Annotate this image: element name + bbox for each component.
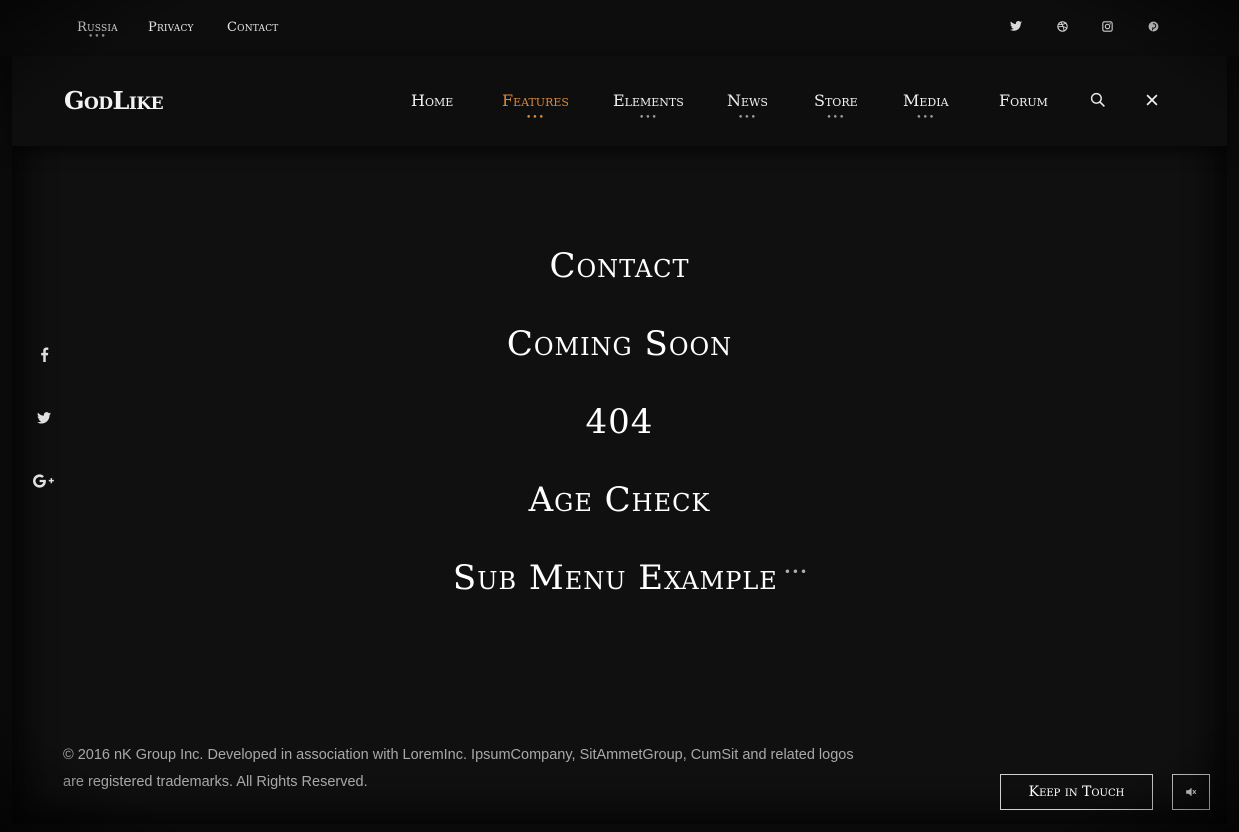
menu-item-label: Sub Menu Example — [452, 558, 778, 598]
twitter-icon[interactable] — [1008, 18, 1024, 34]
submenu-dots-icon: ••• — [737, 113, 757, 123]
menu-item-sub-menu-example[interactable]: Sub Menu Example ••• — [0, 558, 1239, 598]
submenu-dots-icon: ••• — [526, 113, 545, 123]
submenu-dots-icon: ••• — [87, 32, 107, 42]
nav-item-media[interactable]: Media ••• — [903, 91, 949, 123]
top-link-contact[interactable]: Contact — [227, 20, 279, 35]
nav-item-label: Elements — [613, 91, 684, 110]
menu-item-404[interactable]: 404 — [0, 402, 1239, 442]
menu-item-label: Contact — [549, 246, 690, 286]
top-link-russia[interactable]: Russia ••• — [77, 20, 118, 42]
nav-item-label: News — [727, 91, 768, 110]
mute-button[interactable] — [1172, 774, 1210, 810]
nav-item-store[interactable]: Store ••• — [814, 91, 858, 123]
nav-item-forum[interactable]: Forum — [999, 91, 1048, 110]
top-link-label: Privacy — [148, 20, 194, 35]
submenu-dots-icon: ••• — [638, 113, 658, 123]
nav-item-label: Media — [903, 91, 949, 110]
nav-item-news[interactable]: News ••• — [727, 91, 768, 123]
main-navbar: GodLike Home Features ••• Elements ••• N… — [12, 56, 1227, 146]
nav-item-label: Forum — [999, 91, 1048, 110]
nav-item-label: Home — [411, 91, 454, 110]
submenu-dots-icon: ••• — [826, 113, 846, 123]
nav-item-label: Store — [814, 91, 858, 110]
menu-item-coming-soon[interactable]: Coming Soon — [0, 324, 1239, 364]
menu-item-label: Age Check — [528, 480, 711, 520]
nav-item-home[interactable]: Home — [411, 91, 453, 110]
nav-item-elements[interactable]: Elements ••• — [613, 91, 684, 123]
site-logo[interactable]: GodLike — [64, 86, 164, 115]
dribbble-icon[interactable] — [1054, 18, 1070, 34]
menu-item-label: Coming Soon — [506, 324, 733, 364]
menu-item-label: 404 — [585, 402, 654, 442]
close-icon[interactable] — [1142, 90, 1162, 110]
top-link-label: Contact — [227, 20, 279, 35]
menu-item-age-check[interactable]: Age Check — [0, 480, 1239, 520]
keep-in-touch-button[interactable]: Keep in Touch — [1000, 774, 1153, 810]
pinterest-icon[interactable] — [1145, 18, 1161, 34]
instagram-icon[interactable] — [1099, 18, 1115, 34]
mute-icon — [1185, 783, 1197, 802]
top-link-privacy[interactable]: Privacy — [148, 20, 194, 35]
top-bar: Russia ••• Privacy Contact — [0, 0, 1239, 56]
submenu-dots-icon: ••• — [783, 565, 809, 579]
nav-item-features[interactable]: Features ••• — [502, 91, 569, 123]
nav-item-label: Features — [502, 91, 569, 110]
submenu-dots-icon: ••• — [916, 113, 936, 123]
footer-copyright: © 2016 nK Group Inc. Developed in associ… — [63, 747, 854, 790]
search-icon[interactable] — [1088, 90, 1108, 110]
menu-item-contact[interactable]: Contact — [0, 246, 1239, 286]
